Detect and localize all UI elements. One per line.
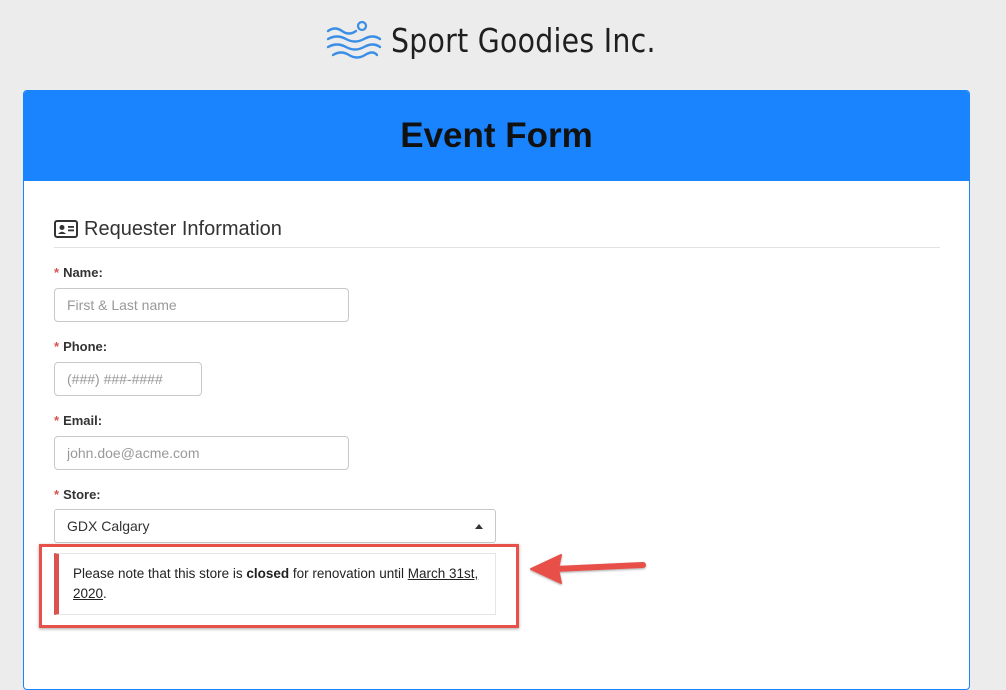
brand-header: Sport Goodies Inc. — [0, 14, 1006, 66]
brand-name: Sport Goodies Inc. — [391, 20, 656, 60]
email-input[interactable] — [54, 436, 349, 470]
required-asterisk: * — [54, 339, 60, 354]
section-title: Requester Information — [84, 217, 282, 240]
phone-label: * Phone: — [54, 339, 108, 354]
name-input[interactable] — [54, 288, 349, 322]
store-select[interactable]: GDX Calgary — [54, 509, 496, 543]
required-asterisk: * — [54, 487, 60, 502]
email-label: * Email: — [54, 413, 103, 428]
id-card-icon — [54, 220, 78, 238]
store-label: * Store: — [54, 487, 101, 502]
form-header: Event Form — [24, 91, 969, 181]
section-requester-info: Requester Information — [54, 215, 940, 248]
caret-up-icon — [475, 523, 483, 529]
required-asterisk: * — [54, 265, 60, 280]
phone-input[interactable] — [54, 362, 202, 396]
arrow-left-icon — [530, 554, 646, 584]
annotation-highlight-box — [39, 544, 519, 628]
waves-swimmer-icon — [326, 20, 382, 59]
required-asterisk: * — [54, 413, 60, 428]
name-label: * Name: — [54, 265, 103, 280]
store-selected-value: GDX Calgary — [67, 518, 150, 534]
form-title: Event Form — [400, 116, 593, 155]
